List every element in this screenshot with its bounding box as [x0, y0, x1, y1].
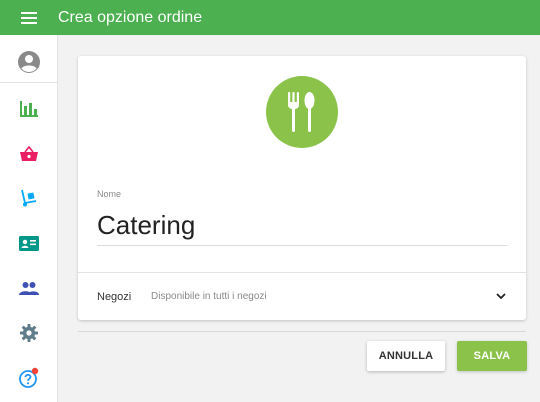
sidebar-item-profile[interactable] [0, 41, 58, 83]
account-circle-icon [18, 50, 40, 73]
stores-label: Negozi [97, 290, 132, 303]
chevron-down-icon [496, 293, 506, 300]
order-option-form-card: Nome Negozi Disponibile in tutti i negoz… [78, 56, 526, 320]
sidebar-item-help[interactable] [0, 358, 58, 398]
sidebar-item-customers[interactable] [0, 223, 58, 263]
order-option-avatar [266, 76, 338, 148]
name-input[interactable] [97, 206, 507, 246]
sidebar-item-settings[interactable] [0, 313, 58, 353]
sidebar-item-reports[interactable] [0, 89, 58, 129]
sidebar-item-delivery[interactable] [0, 178, 58, 218]
sidebar [0, 35, 58, 402]
sidebar-item-orders[interactable] [0, 134, 58, 174]
contact-card-icon [19, 235, 39, 251]
top-app-bar: Crea opzione ordine [0, 0, 540, 35]
actions-divider [78, 331, 526, 332]
name-field-label: Nome [97, 189, 122, 199]
settings-gear-icon [20, 324, 38, 342]
bar-chart-icon [20, 101, 38, 117]
people-icon [19, 282, 39, 295]
sidebar-item-employees[interactable] [0, 268, 58, 308]
stores-value: Disponibile in tutti i negozi [151, 291, 267, 302]
fork-spoon-icon [288, 92, 315, 132]
notification-dot [31, 367, 39, 375]
page-title: Crea opzione ordine [58, 8, 203, 26]
cancel-button[interactable]: ANNULLA [367, 341, 445, 371]
stores-dropdown[interactable]: Negozi Disponibile in tutti i negozi [78, 273, 526, 320]
menu-button[interactable] [0, 0, 58, 35]
hamburger-menu-icon [21, 11, 37, 24]
stores-dropdown-toggle[interactable] [496, 293, 506, 300]
save-button[interactable]: SALVA [457, 341, 527, 371]
hand-truck-icon [21, 189, 37, 207]
help-icon [19, 367, 39, 388]
shopping-basket-icon [20, 146, 38, 161]
